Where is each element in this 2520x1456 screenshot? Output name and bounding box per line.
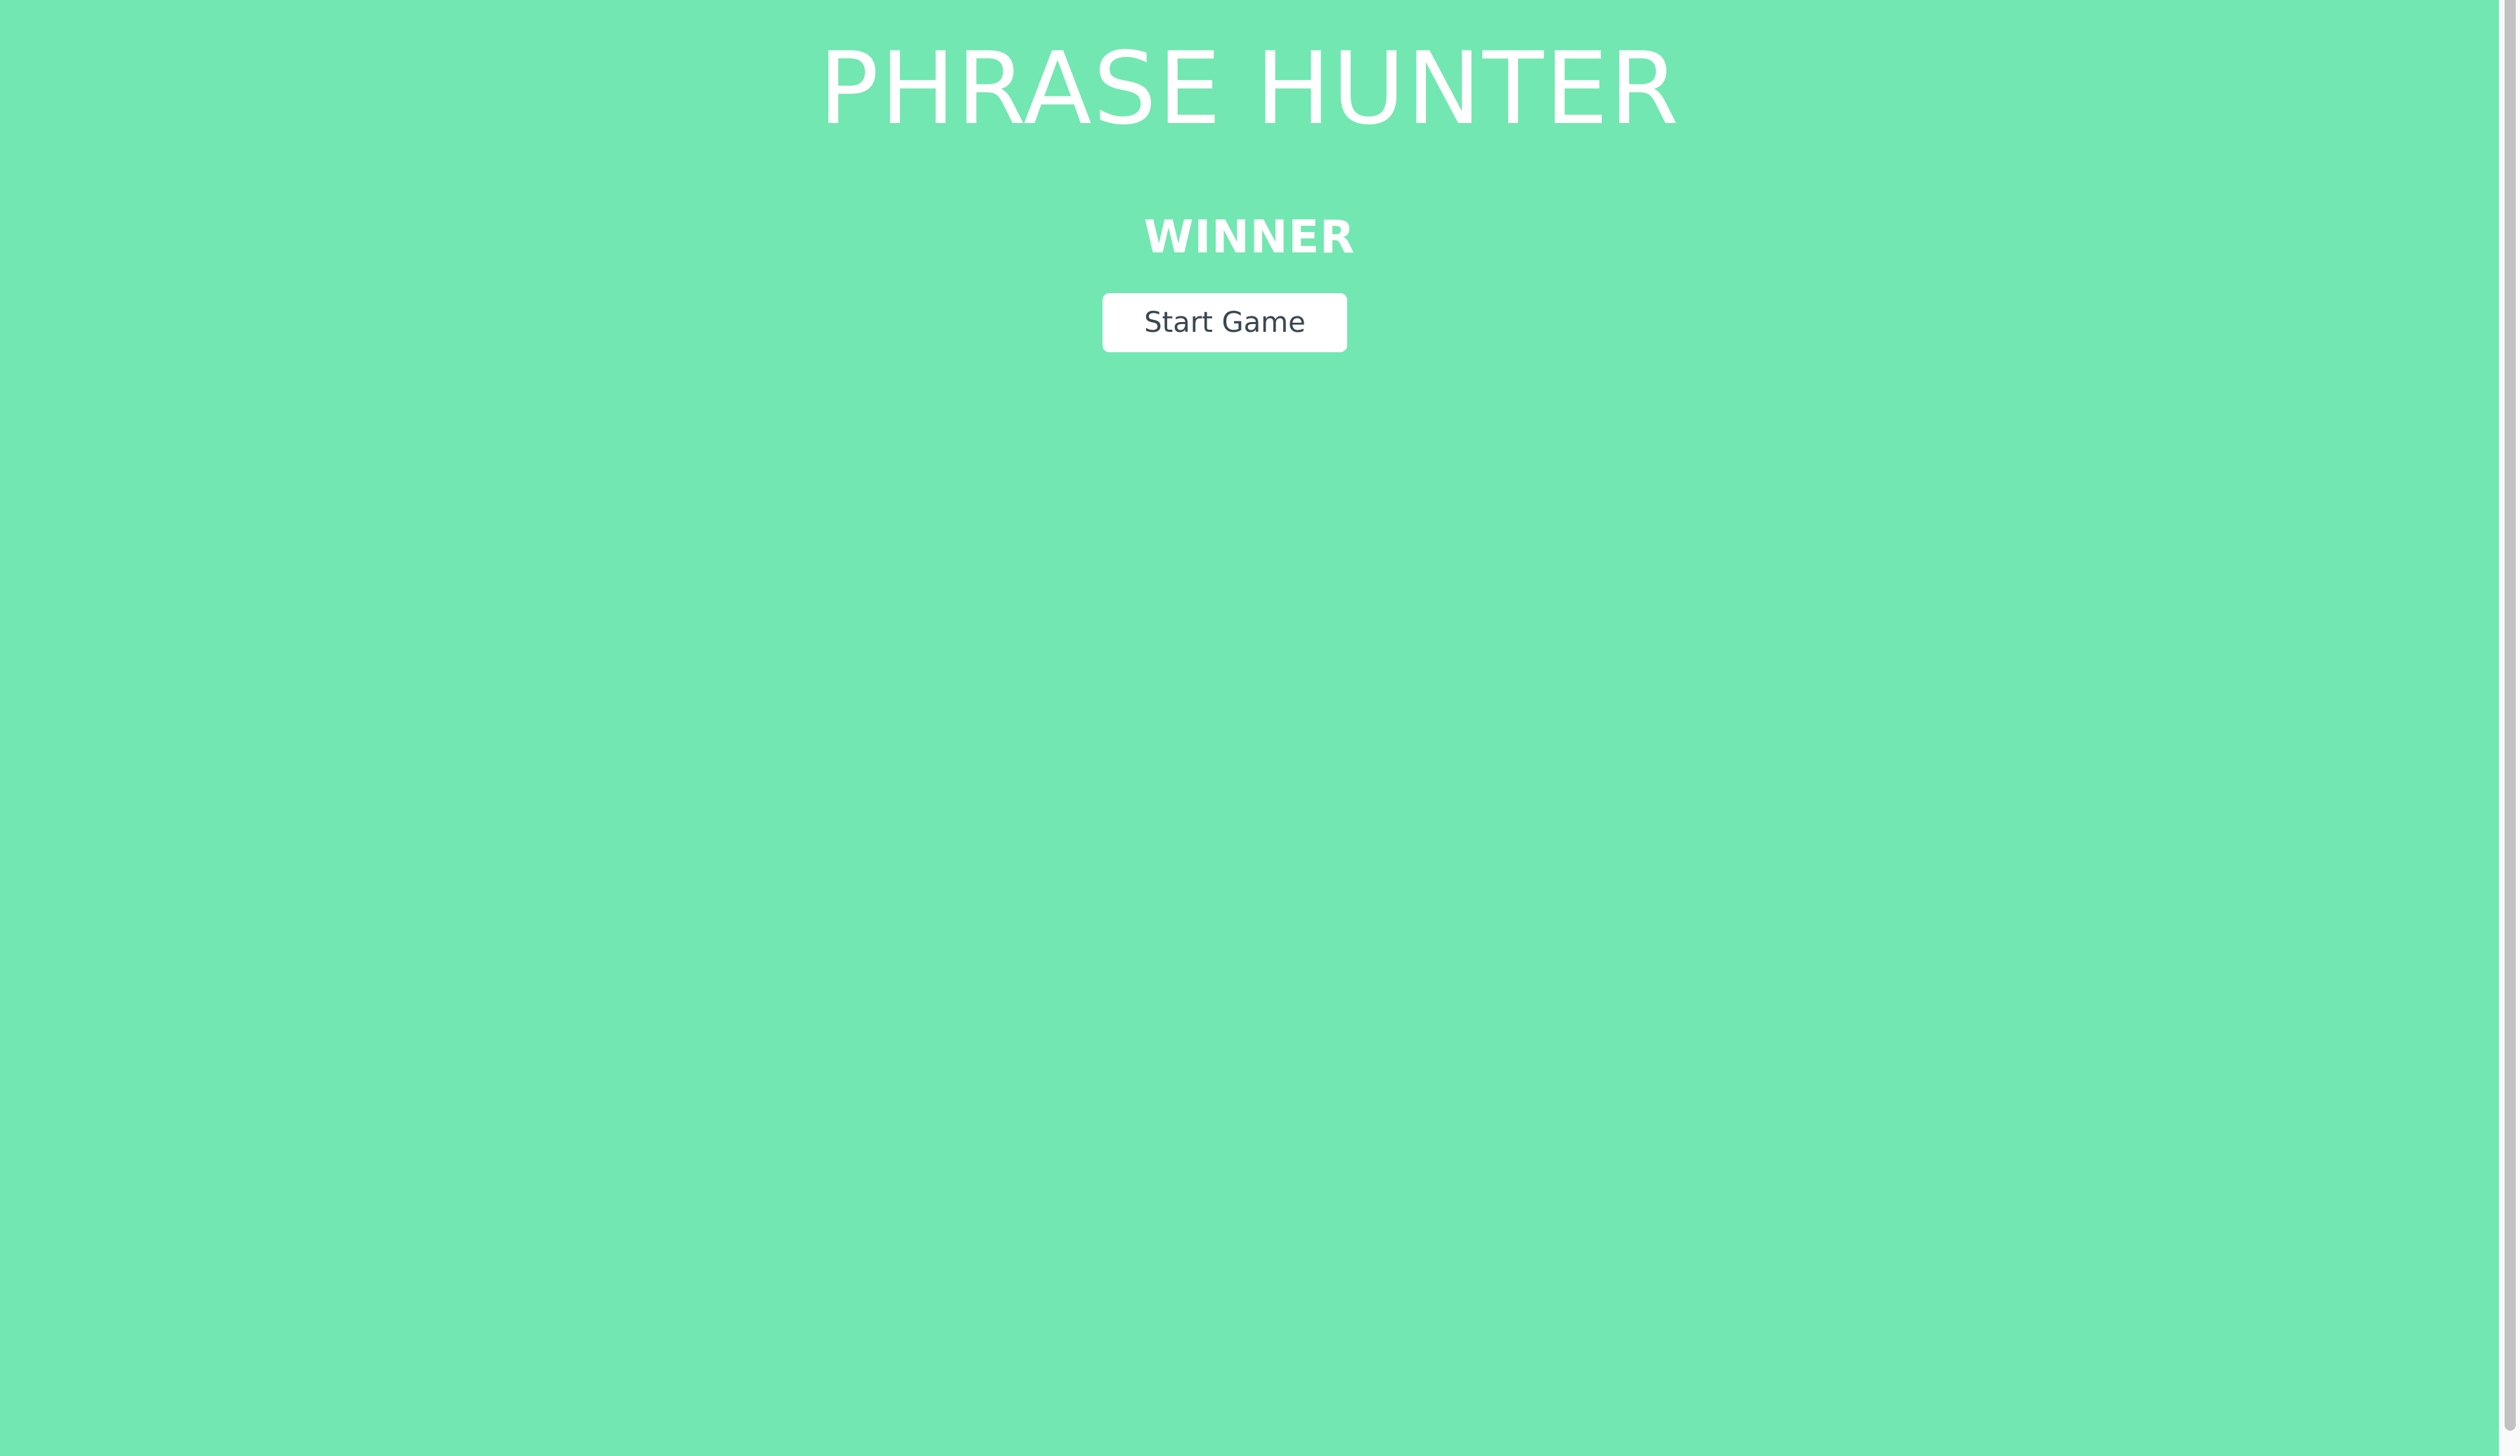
scrollbar-thumb[interactable]	[2505, 0, 2516, 1431]
page-title: PHRASE HUNTER	[818, 31, 1680, 147]
start-game-button[interactable]: Start Game	[1102, 293, 1347, 352]
start-overlay: PHRASE HUNTER WINNER Start Game	[0, 0, 2499, 1456]
game-result-message: WINNER	[1143, 212, 1356, 264]
vertical-scrollbar[interactable]	[2499, 0, 2520, 1456]
